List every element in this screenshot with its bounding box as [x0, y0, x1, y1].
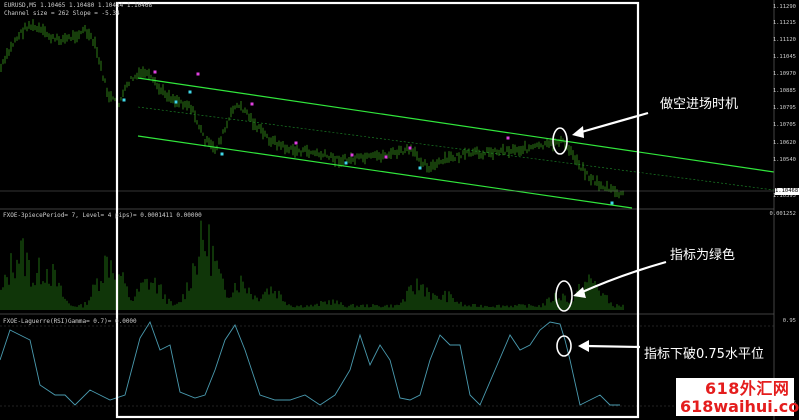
- channel-info: Channel size = 262 Slope = -5.34: [4, 10, 120, 17]
- signal-dot-magenta: [250, 102, 254, 106]
- laguerre-line: [0, 320, 620, 406]
- level-ellipse: [556, 335, 572, 357]
- annotation-short-entry: 做空进场时机: [660, 97, 739, 112]
- price-tick: 1.11215: [772, 20, 796, 26]
- signal-dot-magenta: [153, 70, 157, 74]
- histogram-pane: [0, 220, 624, 310]
- signal-dot-magenta: [408, 146, 412, 150]
- signal-dot-cyan: [610, 201, 614, 205]
- current-price-box: 1.10468: [775, 188, 799, 195]
- laguerre-header: FXOE-Laguerre(RSI)Gamma= 0.7)= 0.0000: [3, 318, 137, 325]
- price-tick: 1.10705: [772, 122, 796, 128]
- symbol-header: EURUSD,M5 1.10465 1.10480 1.10434 1.1046…: [4, 2, 153, 9]
- signal-dot-cyan: [220, 152, 224, 156]
- signal-dot-magenta: [350, 153, 354, 157]
- signal-dot-magenta: [294, 141, 298, 145]
- histogram-bars: [0, 220, 624, 310]
- signal-dot-magenta: [506, 136, 510, 140]
- signal-dot-magenta: [384, 155, 388, 159]
- signal-dot-cyan: [344, 161, 348, 165]
- price-tick: 1.10540: [772, 157, 796, 163]
- price-tick: 1.10885: [772, 88, 796, 94]
- price-tick: 1.10970: [772, 71, 796, 77]
- arrow-level: [578, 340, 641, 352]
- laguerre-axis-top: 0.95: [782, 318, 796, 324]
- price-tick: 1.11290: [772, 4, 796, 10]
- signal-dot-cyan: [174, 100, 178, 104]
- histogram-axis-label: 0.001252: [769, 211, 797, 217]
- histogram-header: FXOE-3piecePeriod= 7, Level= 4 pips)= 0.…: [3, 212, 202, 219]
- price-tick: 1.10795: [772, 105, 796, 111]
- signal-dot-cyan: [122, 98, 126, 102]
- green-ellipse: [555, 280, 573, 312]
- watermark-line1: 618外汇网: [705, 379, 790, 398]
- price-tick: 1.11045: [772, 54, 796, 60]
- signal-dot-cyan: [418, 166, 422, 170]
- signal-dot-magenta: [196, 72, 200, 76]
- current-price-label: 1.10468: [775, 188, 799, 194]
- price-tick: 1.11120: [772, 37, 796, 43]
- annotation-indicator-green: 指标为绿色: [670, 248, 736, 263]
- price-tick: 1.10620: [772, 140, 796, 146]
- watermark-line2: 618waihui.com: [680, 397, 799, 416]
- signal-dot-cyan: [188, 90, 192, 94]
- annotation-break-level: 指标下破0.75水平位: [644, 347, 764, 362]
